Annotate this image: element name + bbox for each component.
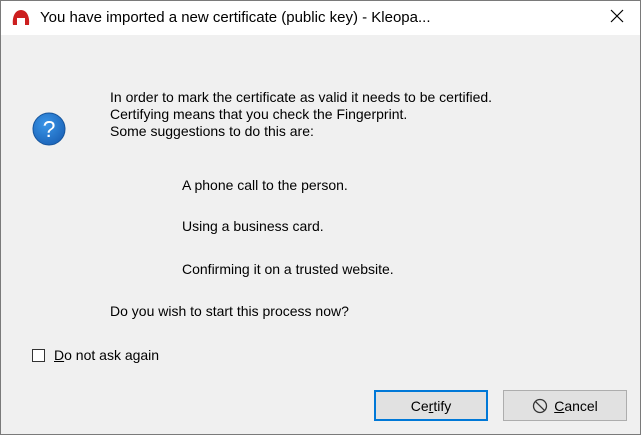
message-line-1: In order to mark the certificate as vali… [110,89,493,105]
do-not-ask-again-option[interactable]: Do not ask again [32,347,159,363]
kleopatra-app-icon [11,9,31,27]
svg-text:?: ? [43,116,56,142]
do-not-ask-again-checkbox[interactable] [32,348,45,362]
certify-button[interactable]: Ce r tify [374,390,488,421]
title-bar[interactable]: You have imported a new certificate (pub… [1,1,640,35]
message-line-2: Certifying means that you check the Fing… [110,106,408,122]
cancel-button[interactable]: Cancel [503,390,627,421]
message-line-3: Some suggestions to do this are: [110,123,314,139]
cancel-icon [533,398,548,413]
question-text: Do you wish to start this process now? [110,303,349,319]
suggestion-trusted-website: Confirming it on a trusted website. [182,261,394,277]
close-icon [610,9,624,28]
suggestion-business-card: Using a business card. [182,218,324,234]
do-not-ask-again-label[interactable]: Do not ask again [54,347,159,363]
suggestion-phone-call: A phone call to the person. [182,177,348,193]
close-button[interactable] [594,1,640,35]
question-icon: ? [32,112,66,146]
window-title: You have imported a new certificate (pub… [40,9,431,26]
dialog-window: You have imported a new certificate (pub… [0,0,641,435]
